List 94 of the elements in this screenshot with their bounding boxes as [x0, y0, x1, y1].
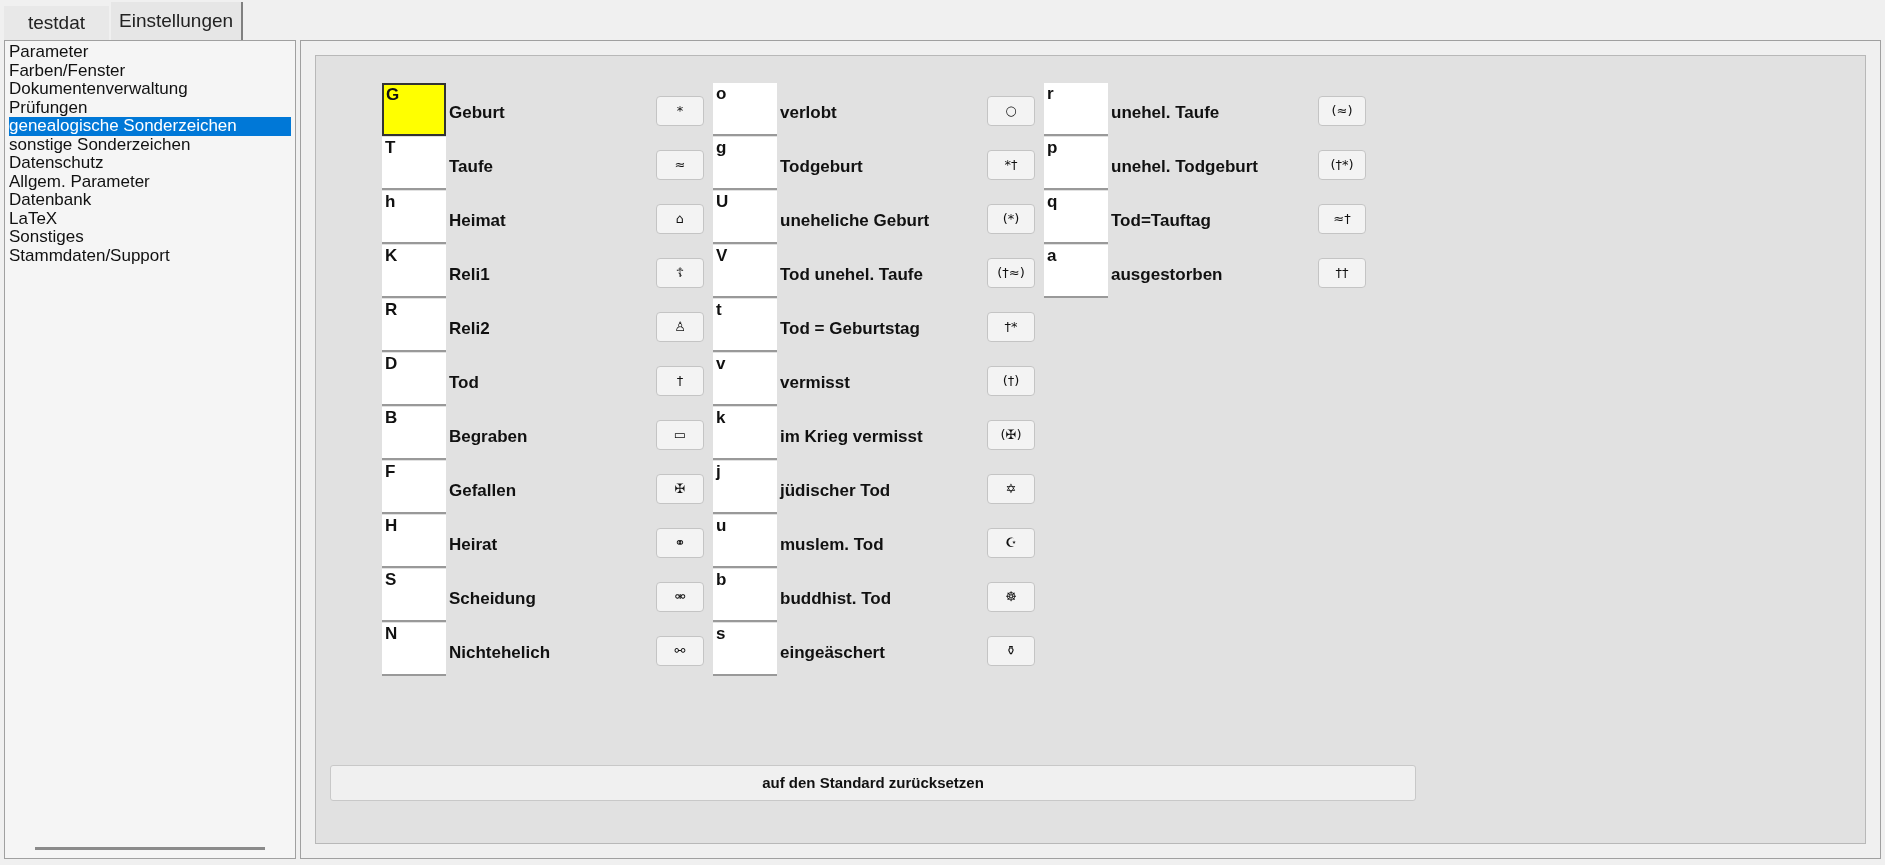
key-field[interactable]: H: [382, 514, 446, 568]
symbol-label: verlobt: [779, 102, 838, 125]
sidebar-item[interactable]: sonstige Sonderzeichen: [9, 135, 291, 154]
symbol-label: Reli2: [448, 318, 491, 341]
symbol-label: Tod unehel. Taufe: [779, 264, 924, 287]
symbol-button[interactable]: ✠: [656, 474, 704, 504]
key-field[interactable]: D: [382, 352, 446, 406]
symbol-label: Reli1: [448, 264, 491, 287]
symbol-label: ausgestorben: [1110, 264, 1224, 287]
key-field[interactable]: s: [713, 622, 777, 676]
symbol-label: Heirat: [448, 534, 499, 557]
key-field[interactable]: j: [713, 460, 777, 514]
symbol-button[interactable]: ≈†: [1318, 204, 1366, 234]
symbol-button[interactable]: ⚱: [987, 636, 1035, 666]
sidebar-item[interactable]: Stammdaten/Support: [9, 246, 291, 265]
symbol-label: Tod=Tauftag: [1110, 210, 1212, 233]
symbol-button[interactable]: ☦: [656, 258, 704, 288]
key-field[interactable]: q: [1044, 190, 1108, 244]
symbol-button[interactable]: ††: [1318, 258, 1366, 288]
symbol-label: Tod: [448, 372, 480, 395]
symbol-button[interactable]: *†: [987, 150, 1035, 180]
key-field[interactable]: t: [713, 298, 777, 352]
key-field[interactable]: K: [382, 244, 446, 298]
key-field[interactable]: G: [382, 82, 446, 136]
key-field[interactable]: V: [713, 244, 777, 298]
symbol-button[interactable]: ⌂: [656, 204, 704, 234]
symbol-label: Tod = Geburtstag: [779, 318, 921, 341]
symbol-label: Begraben: [448, 426, 529, 449]
symbol-button[interactable]: (†): [987, 366, 1035, 396]
sidebar-item[interactable]: Farben/Fenster: [9, 61, 291, 80]
symbol-button[interactable]: ☪: [987, 528, 1035, 558]
key-field[interactable]: F: [382, 460, 446, 514]
symbol-button[interactable]: (✠): [987, 420, 1035, 450]
key-field[interactable]: a: [1044, 244, 1108, 298]
symbol-button[interactable]: *: [656, 96, 704, 126]
symbol-label: unehel. Taufe: [1110, 102, 1221, 125]
symbol-button[interactable]: †*: [987, 312, 1035, 342]
symbol-label: eingeäschert: [779, 642, 886, 665]
key-field[interactable]: S: [382, 568, 446, 622]
reset-button[interactable]: auf den Standard zurücksetzen: [330, 765, 1416, 801]
sidebar-item[interactable]: genealogische Sonderzeichen: [9, 117, 291, 136]
symbol-button[interactable]: ≈: [656, 150, 704, 180]
key-field[interactable]: B: [382, 406, 446, 460]
symbol-label: uneheliche Geburt: [779, 210, 931, 233]
key-field[interactable]: p: [1044, 136, 1108, 190]
tab[interactable]: testdat: [4, 6, 110, 40]
symbol-button[interactable]: †: [656, 366, 704, 396]
tab[interactable]: Einstellungen: [111, 2, 244, 40]
sidebar-item[interactable]: Parameter: [9, 43, 291, 62]
key-field[interactable]: N: [382, 622, 446, 676]
key-field[interactable]: T: [382, 136, 446, 190]
key-field[interactable]: v: [713, 352, 777, 406]
sidebar-item[interactable]: Prüfungen: [9, 98, 291, 117]
sidebar-item[interactable]: Dokumentenverwaltung: [9, 80, 291, 99]
symbol-label: Scheidung: [448, 588, 537, 611]
symbol-label: Geburt: [448, 102, 506, 125]
key-field[interactable]: g: [713, 136, 777, 190]
key-field[interactable]: o: [713, 82, 777, 136]
key-field[interactable]: r: [1044, 82, 1108, 136]
symbol-label: Gefallen: [448, 480, 518, 503]
symbol-button[interactable]: ▭: [656, 420, 704, 450]
symbol-button[interactable]: (†≈): [987, 258, 1035, 288]
symbol-button[interactable]: ☸: [987, 582, 1035, 612]
sidebar-item[interactable]: Sonstiges: [9, 228, 291, 247]
key-field[interactable]: u: [713, 514, 777, 568]
symbol-button[interactable]: ✡: [987, 474, 1035, 504]
symbol-label: Heimat: [448, 210, 507, 233]
key-field[interactable]: h: [382, 190, 446, 244]
sidebar-item[interactable]: LaTeX: [9, 209, 291, 228]
sidebar-item[interactable]: Allgem. Parameter: [9, 172, 291, 191]
symbol-label: Nichtehelich: [448, 642, 552, 665]
symbol-label: vermisst: [779, 372, 851, 395]
symbol-label: muslem. Tod: [779, 534, 885, 557]
symbol-label: jüdischer Tod: [778, 480, 892, 503]
symbol-label: unehel. Todgeburt: [1110, 156, 1259, 179]
symbol-button[interactable]: (≈): [1318, 96, 1366, 126]
symbol-button[interactable]: ⚯: [656, 636, 704, 666]
symbol-button[interactable]: (†*): [1318, 150, 1366, 180]
key-field[interactable]: k: [713, 406, 777, 460]
symbol-button[interactable]: (*): [987, 204, 1035, 234]
symbol-label: Taufe: [448, 156, 495, 179]
sidebar-item[interactable]: Datenbank: [9, 191, 291, 210]
symbol-label: Todgeburt: [779, 156, 864, 179]
key-field[interactable]: b: [713, 568, 777, 622]
sidebar-item[interactable]: Datenschutz: [9, 154, 291, 173]
scrollbar[interactable]: [35, 846, 265, 850]
symbol-button[interactable]: ⚮: [656, 582, 704, 612]
key-field[interactable]: R: [382, 298, 446, 352]
symbol-button[interactable]: ⚭: [656, 528, 704, 558]
symbol-label: im Krieg vermisst: [779, 426, 924, 449]
key-field[interactable]: U: [713, 190, 777, 244]
symbol-label: buddhist. Tod: [779, 588, 893, 611]
symbol-button[interactable]: ○: [987, 96, 1035, 126]
symbol-button[interactable]: ♙: [656, 312, 704, 342]
